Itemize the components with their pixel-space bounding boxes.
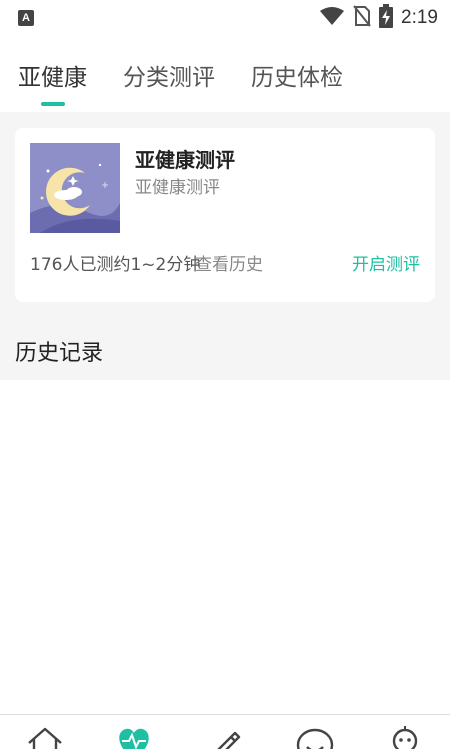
active-tab-indicator — [40, 102, 65, 106]
card-subtitle: 亚健康测评 — [135, 178, 220, 198]
moon-night-icon — [30, 143, 120, 233]
history-records-heading: 历史记录 — [15, 341, 104, 366]
tab-bar: 亚健康 分类测评 历史体检 — [0, 56, 450, 112]
heart-pulse-icon[interactable] — [114, 723, 154, 749]
bottom-nav — [0, 714, 450, 749]
tab-sub-health[interactable]: 亚健康 — [18, 56, 87, 106]
home-icon[interactable] — [25, 723, 65, 749]
robot-icon[interactable] — [385, 723, 425, 749]
view-history-link[interactable]: 查看历史 — [195, 250, 263, 275]
no-sim-icon — [353, 5, 371, 31]
assessment-card[interactable]: 亚健康测评 亚健康测评 176人已测约1~2分钟 查看历史 开启测评 — [15, 128, 435, 302]
tab-category-assessment[interactable]: 分类测评 — [123, 56, 215, 102]
pencil-icon[interactable] — [205, 723, 245, 749]
participant-count: 176人已测约1~2分钟 — [30, 255, 201, 275]
tab-history-checkup[interactable]: 历史体检 — [251, 56, 343, 102]
app-notification-icon: A — [18, 10, 34, 26]
tab-label: 亚健康 — [18, 65, 87, 91]
wifi-icon — [319, 6, 345, 30]
battery-charging-icon — [379, 4, 394, 32]
chat-bubble-icon[interactable] — [295, 723, 335, 749]
status-bar: A 2:19 — [0, 0, 450, 36]
start-assessment-link[interactable]: 开启测评 — [352, 250, 420, 275]
tab-label: 历史体检 — [251, 65, 343, 91]
tab-label: 分类测评 — [123, 65, 215, 91]
status-time: 2:19 — [401, 7, 438, 28]
card-title: 亚健康测评 — [135, 148, 235, 172]
